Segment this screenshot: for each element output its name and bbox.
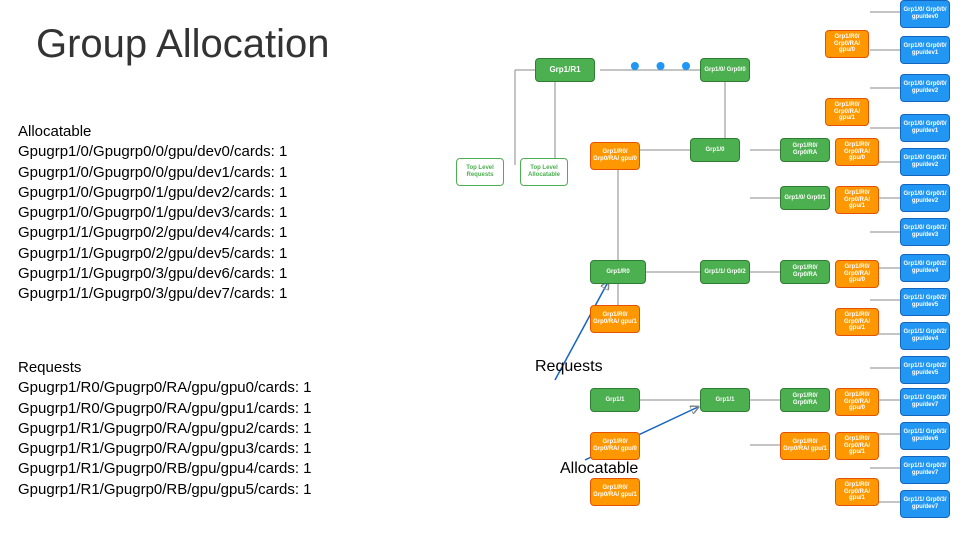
leaf-dev3: Grp1/0/ Grp0/0/ gpu/dev1 <box>900 114 950 142</box>
node-grp1-r0-ra2: Grp1/R0/ Grp0/RA <box>780 260 830 284</box>
node-grp1-r0-ra: Grp1/R0/ Grp0/RA <box>780 138 830 162</box>
leaf-dev2: Grp1/0/ Grp0/0/ gpu/dev2 <box>900 74 950 102</box>
allocatable-row: Gpugrp1/0/Gpugrp0/0/gpu/dev0/cards: 1 <box>18 142 287 162</box>
leaf-dev1: Grp1/0/ Grp0/0/ gpu/dev1 <box>900 36 950 64</box>
requests-row: Gpugrp1/R1/Gpugrp0/RA/gpu/gpu2/cards: 1 <box>18 419 312 439</box>
node-gw-r6: Grp1/R0/ Grp0/RA/ gpu/1 <box>835 432 879 460</box>
allocatable-row: Gpugrp1/1/Gpugrp0/2/gpu/dev5/cards: 1 <box>18 244 287 264</box>
diagram-area: Grp1/R1 • • • Grp1/0/ Grp0/0 Grp1/R0/ Gr… <box>440 0 960 540</box>
leaf-dev9: Grp1/1/ Grp0/2/ gpu/dev4 <box>900 322 950 350</box>
allocatable-row: Gpugrp1/0/Gpugrp0/1/gpu/dev3/cards: 1 <box>18 203 287 223</box>
node-gateway-mid1: Grp1/R0/ Grp0/RA/ gpu/0 <box>590 142 640 170</box>
requests-row: Gpugrp1/R0/Gpugrp0/RA/gpu/gpu0/cards: 1 <box>18 378 312 398</box>
node-gateway-low1: Grp1/R0/ Grp0/RA/ gpu/0 <box>590 432 640 460</box>
node-gateway-low3: Grp1/R0/ Grp0/RA/ gpu/1 <box>590 478 640 506</box>
node-gateway-top: Grp1/R0/ Grp0/RA/ gpu/0 <box>825 30 869 58</box>
node-grp1-1b: Grp1/1 <box>700 388 750 412</box>
leaf-dev13: Grp1/1/ Grp0/3/ gpu/dev7 <box>900 456 950 484</box>
requests-row: Gpugrp1/R1/Gpugrp0/RB/gpu/gpu5/cards: 1 <box>18 480 312 500</box>
node-gw-r2: Grp1/R0/ Grp0/RA/ gpu/1 <box>835 186 879 214</box>
node-gateway-mid2: Grp1/R0/ Grp0/RA/ gpu/1 <box>590 305 640 333</box>
node-gw-r7: Grp1/R0/ Grp0/RA/ gpu/1 <box>835 478 879 506</box>
allocatable-row: Gpugrp1/1/Gpugrp0/3/gpu/dev6/cards: 1 <box>18 264 287 284</box>
node-top-level-requests: Top Level Requests <box>456 158 504 186</box>
allocatable-header: Allocatable <box>18 122 287 142</box>
allocatable-block: Allocatable Gpugrp1/0/Gpugrp0/0/gpu/dev0… <box>18 122 287 304</box>
leaf-dev12: Grp1/1/ Grp0/3/ gpu/dev6 <box>900 422 950 450</box>
page-title: Group Allocation <box>36 22 330 67</box>
requests-row: Gpugrp1/R0/Gpugrp0/RA/gpu/gpu1/cards: 1 <box>18 399 312 419</box>
annotation-requests: Requests <box>535 358 603 376</box>
node-gateway-top2: Grp1/R0/ Grp0/RA/ gpu/1 <box>825 98 869 126</box>
node-grp1-r1: Grp1/R1 <box>535 58 595 82</box>
leaf-dev8: Grp1/1/ Grp0/2/ gpu/dev5 <box>900 288 950 316</box>
node-grp1-0: Grp1/0 <box>690 138 740 162</box>
ellipsis-icon: • • • <box>630 50 695 82</box>
node-grp1-1-grp0-2: Grp1/1/ Grp0/2 <box>700 260 750 284</box>
requests-row: Gpugrp1/R1/Gpugrp0/RA/gpu/gpu3/cards: 1 <box>18 439 312 459</box>
node-gateway-low2: Grp1/R0/ Grp0/RA/ gpu/1 <box>780 432 830 460</box>
leaf-dev10: Grp1/1/ Grp0/2/ gpu/dev5 <box>900 356 950 384</box>
leaf-dev6: Grp1/0/ Grp0/1/ gpu/dev3 <box>900 218 950 246</box>
leaf-dev11: Grp1/1/ Grp0/3/ gpu/dev7 <box>900 388 950 416</box>
node-gw-r1: Grp1/R0/ Grp0/RA/ gpu/0 <box>835 138 879 166</box>
node-grp1-0-grp0-0: Grp1/0/ Grp0/0 <box>700 58 750 82</box>
requests-row: Gpugrp1/R1/Gpugrp0/RB/gpu/gpu4/cards: 1 <box>18 459 312 479</box>
requests-header: Requests <box>18 358 312 378</box>
node-gw-r3: Grp1/R0/ Grp0/RA/ gpu/0 <box>835 260 879 288</box>
node-gw-r5: Grp1/R0/ Grp0/RA/ gpu/0 <box>835 388 879 416</box>
leaf-dev4: Grp1/0/ Grp0/1/ gpu/dev2 <box>900 148 950 176</box>
leaf-dev5: Grp1/0/ Grp0/1/ gpu/dev2 <box>900 184 950 212</box>
leaf-dev0: Grp1/0/ Grp0/0/ gpu/dev0 <box>900 0 950 28</box>
requests-block: Requests Gpugrp1/R0/Gpugrp0/RA/gpu/gpu0/… <box>18 358 312 500</box>
allocatable-row: Gpugrp1/0/Gpugrp0/1/gpu/dev2/cards: 1 <box>18 183 287 203</box>
leaf-dev14: Grp1/1/ Grp0/3/ gpu/dev7 <box>900 490 950 518</box>
node-top-level-allocatable: Top Level Allocatable <box>520 158 568 186</box>
node-grp1-0-grp0-1: Grp1/0/ Grp0/1 <box>780 186 830 210</box>
allocatable-row: Gpugrp1/1/Gpugrp0/3/gpu/dev7/cards: 1 <box>18 284 287 304</box>
leaf-dev7: Grp1/0/ Grp0/2/ gpu/dev4 <box>900 254 950 282</box>
node-grp1-r0-ra3: Grp1/R0/ Grp0/RA <box>780 388 830 412</box>
node-gw-r4: Grp1/R0/ Grp0/RA/ gpu/1 <box>835 308 879 336</box>
annotation-allocatable: Allocatable <box>560 460 638 478</box>
node-grp1-1: Grp1/1 <box>590 388 640 412</box>
node-grp1-r0: Grp1/R0 <box>590 260 646 284</box>
allocatable-row: Gpugrp1/1/Gpugrp0/2/gpu/dev4/cards: 1 <box>18 223 287 243</box>
allocatable-row: Gpugrp1/0/Gpugrp0/0/gpu/dev1/cards: 1 <box>18 163 287 183</box>
